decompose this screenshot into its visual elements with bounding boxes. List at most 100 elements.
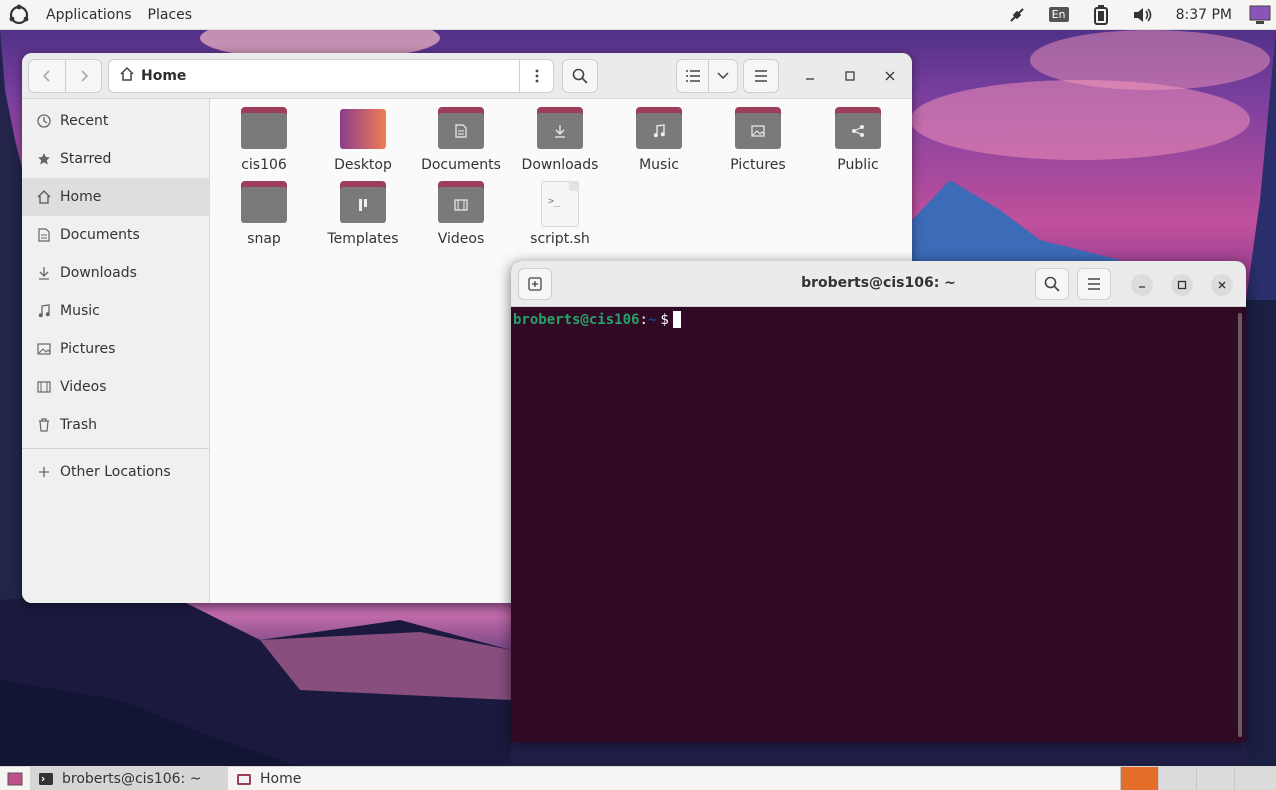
sidebar-item-recent[interactable]: Recent (22, 102, 209, 140)
places-menu[interactable]: Places (148, 7, 193, 23)
folder-item-snap[interactable]: snap (214, 181, 314, 247)
terminal-scrollbar[interactable] (1238, 313, 1242, 737)
file-item-script-sh[interactable]: >_ script.sh (510, 181, 610, 247)
path-menu-button[interactable] (519, 59, 553, 92)
sidebar-item-home[interactable]: Home (22, 178, 209, 216)
applications-menu[interactable]: Applications (46, 7, 132, 23)
terminal-output[interactable]: broberts@cis106:~ $ (511, 307, 1246, 332)
prompt-symbol: $ (660, 312, 669, 328)
main-menu-button[interactable] (743, 59, 779, 93)
terminal-close-button[interactable] (1211, 274, 1233, 296)
volume-icon[interactable] (1122, 0, 1164, 30)
folder-icon (241, 181, 287, 223)
desktop-icon (7, 772, 23, 785)
user-menu-icon[interactable] (1244, 0, 1276, 30)
item-label: Documents (421, 157, 501, 173)
minimize-button[interactable] (800, 66, 820, 86)
workspace-2[interactable] (1158, 767, 1196, 790)
folder-item-public[interactable]: Public (808, 107, 908, 173)
sidebar-item-downloads[interactable]: Downloads (22, 254, 209, 292)
chevron-right-icon (80, 69, 88, 82)
sidebar-item-pictures[interactable]: Pictures (22, 330, 209, 368)
public-folder-icon (835, 107, 881, 149)
picture-icon (36, 341, 52, 357)
terminal-maximize-button[interactable] (1171, 274, 1193, 296)
terminal-minimize-button[interactable] (1131, 274, 1153, 296)
workspace-1[interactable] (1120, 767, 1158, 790)
forward-button[interactable] (65, 59, 101, 92)
terminal-icon (38, 772, 54, 786)
folder-item-downloads[interactable]: Downloads (510, 107, 610, 173)
view-options-button[interactable] (709, 60, 737, 92)
folder-item-videos[interactable]: Videos (411, 181, 511, 247)
back-button[interactable] (29, 60, 65, 92)
terminal-menu-button[interactable] (1077, 268, 1111, 300)
document-icon (36, 227, 52, 243)
item-label: snap (247, 231, 281, 247)
folder-item-desktop[interactable]: Desktop (313, 107, 413, 173)
task-files[interactable]: Home (228, 767, 428, 790)
files-icon (236, 772, 252, 786)
sidebar-item-videos[interactable]: Videos (22, 368, 209, 406)
chevron-left-icon (42, 69, 50, 82)
search-button[interactable] (562, 59, 598, 93)
sidebar-item-label: Documents (60, 227, 140, 243)
script-file-icon: >_ (541, 181, 579, 227)
videos-folder-icon (438, 181, 484, 223)
list-view-button[interactable] (677, 60, 709, 92)
network-wired-icon[interactable] (996, 0, 1038, 30)
task-terminal[interactable]: broberts@cis106: ~ (30, 766, 228, 790)
item-label: Videos (437, 231, 485, 247)
sidebar-item-other-locations[interactable]: Other Locations (22, 453, 209, 491)
keyboard-layout-indicator[interactable]: En (1038, 0, 1080, 30)
top-panel: Applications Places En 8:37 PM (0, 0, 1276, 30)
battery-icon[interactable] (1080, 0, 1122, 30)
terminal-window: broberts@cis106: ~ broberts@cis106:~ $ (511, 261, 1246, 742)
clock[interactable]: 8:37 PM (1164, 7, 1244, 23)
folder-icon (241, 107, 287, 149)
folder-item-documents[interactable]: Documents (411, 107, 511, 173)
file-manager-headerbar: Home (22, 53, 912, 99)
sidebar-item-music[interactable]: Music (22, 292, 209, 330)
close-button[interactable] (880, 66, 900, 86)
sidebar-item-label: Other Locations (60, 464, 171, 480)
folder-item-music[interactable]: Music (609, 107, 709, 173)
music-icon (36, 303, 52, 319)
text-cursor (672, 311, 681, 328)
folder-item-templates[interactable]: Templates (313, 181, 413, 247)
sidebar-item-documents[interactable]: Documents (22, 216, 209, 254)
desktop-folder-icon (340, 107, 386, 149)
ubuntu-logo-icon[interactable] (8, 4, 30, 26)
sidebar-item-label: Trash (60, 417, 97, 433)
workspace-4[interactable] (1234, 767, 1276, 790)
prompt-user-host: broberts@cis106 (513, 312, 640, 328)
terminal-search-button[interactable] (1035, 268, 1069, 300)
workspace-3[interactable] (1196, 767, 1234, 790)
show-desktop-button[interactable] (0, 767, 30, 790)
item-label: Templates (327, 231, 399, 247)
maximize-button[interactable] (840, 66, 860, 86)
star-icon (36, 151, 52, 167)
places-sidebar: Recent Starred Home Documents Downloads … (22, 99, 210, 603)
maximize-icon (845, 71, 855, 81)
nav-buttons (28, 58, 102, 93)
current-path[interactable]: Home (141, 68, 186, 84)
terminal-headerbar: broberts@cis106: ~ (511, 261, 1246, 307)
sidebar-item-starred[interactable]: Starred (22, 140, 209, 178)
item-label: Downloads (521, 157, 599, 173)
close-icon (885, 71, 895, 81)
folder-item-cis106[interactable]: cis106 (214, 107, 314, 173)
sidebar-item-trash[interactable]: Trash (22, 406, 209, 444)
item-label: script.sh (530, 231, 590, 247)
location-bar[interactable]: Home (108, 58, 554, 93)
keyboard-layout-label: En (1048, 7, 1069, 22)
kebab-icon (535, 69, 538, 82)
hamburger-icon (755, 70, 767, 82)
folder-item-pictures[interactable]: Pictures (708, 107, 808, 173)
home-icon (36, 189, 52, 205)
downloads-folder-icon (537, 107, 583, 149)
home-icon (119, 66, 135, 86)
hamburger-icon (1088, 278, 1100, 290)
sidebar-item-label: Starred (60, 151, 112, 167)
system-tray: En 8:37 PM (996, 0, 1276, 30)
